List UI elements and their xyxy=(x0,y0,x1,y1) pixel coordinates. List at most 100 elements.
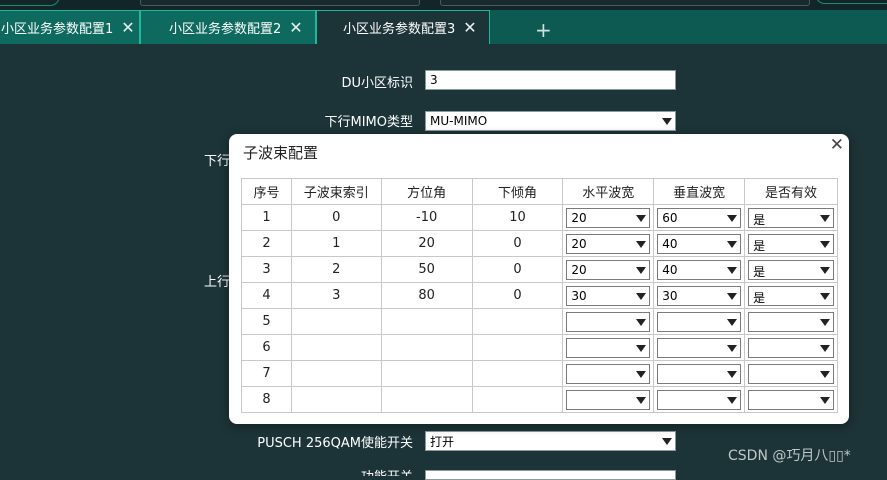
cell-beam-index[interactable]: 2 xyxy=(290,256,382,283)
dl-mimo-type-select[interactable]: MU-MIMO xyxy=(425,111,676,131)
cell-beam-index[interactable]: 0 xyxy=(290,204,382,231)
top-right-decoration xyxy=(815,0,887,4)
cell-seq: 4 xyxy=(241,282,292,309)
v-width-select[interactable]: 40 xyxy=(657,259,742,280)
select-value: 40 xyxy=(662,236,678,251)
top-left-decoration xyxy=(0,0,60,6)
cell-tilt[interactable]: 10 xyxy=(471,204,564,231)
h-width-select[interactable]: 20 xyxy=(566,207,651,228)
cell-tilt[interactable]: 0 xyxy=(471,230,564,257)
h-width-select[interactable]: 20 xyxy=(566,233,651,254)
cell-beam-index[interactable] xyxy=(290,386,382,413)
valid-select[interactable] xyxy=(748,337,834,358)
valid-select[interactable]: 是 xyxy=(748,233,834,254)
cell-seq: 1 xyxy=(241,204,292,231)
cell-h-width: 20 xyxy=(562,230,655,257)
cell-tilt[interactable]: 0 xyxy=(471,282,564,309)
select-value: 20 xyxy=(571,262,587,277)
cell-azimuth[interactable]: -10 xyxy=(380,204,473,231)
cell-tilt[interactable] xyxy=(471,334,564,361)
chevron-down-icon xyxy=(636,240,647,248)
chevron-down-icon xyxy=(636,318,647,326)
valid-select[interactable] xyxy=(748,389,834,410)
select-value: 40 xyxy=(662,262,678,277)
valid-select[interactable]: 是 xyxy=(748,285,834,306)
tab-cell-config-1[interactable]: 小区业务参数配置1 ✕ xyxy=(0,10,140,44)
h-width-select[interactable] xyxy=(566,311,651,332)
select-value: 20 xyxy=(571,210,587,225)
chevron-down-icon xyxy=(636,344,647,352)
chevron-down-icon xyxy=(820,214,830,222)
tab-bar: 小区业务参数配置1 ✕ 小区业务参数配置2 ✕ 小区业务参数配置3 ✕ + xyxy=(0,10,887,44)
tab-label: 小区业务参数配置3 xyxy=(343,22,456,37)
cell-tilt[interactable] xyxy=(471,386,564,413)
table-row: 6 xyxy=(241,334,838,361)
cell-tilt[interactable] xyxy=(471,360,564,387)
cell-v-width xyxy=(653,334,746,361)
cell-seq: 3 xyxy=(241,256,292,283)
tab-cell-config-3[interactable]: 小区业务参数配置3 ✕ xyxy=(316,10,490,44)
cell-azimuth[interactable]: 50 xyxy=(380,256,473,283)
cell-beam-index[interactable] xyxy=(290,334,382,361)
h-width-select[interactable] xyxy=(566,363,651,384)
cell-v-width xyxy=(653,360,746,387)
close-icon[interactable]: ✕ xyxy=(830,135,844,155)
cell-tilt[interactable] xyxy=(471,308,564,335)
dialog-title: 子波束配置 xyxy=(243,144,319,162)
valid-select[interactable]: 是 xyxy=(748,207,834,228)
cell-h-width xyxy=(562,386,655,413)
v-width-select[interactable] xyxy=(657,311,742,332)
table-row: 2 1 20 0 20 40 是 xyxy=(241,230,838,257)
select-value: 20 xyxy=(571,236,587,251)
chevron-down-icon xyxy=(727,344,738,352)
chevron-down-icon xyxy=(820,344,830,352)
v-width-select[interactable]: 40 xyxy=(657,233,742,254)
h-width-select[interactable] xyxy=(566,337,651,358)
table-row: 1 0 -10 10 20 60 是 xyxy=(241,204,838,231)
cell-valid xyxy=(744,386,838,413)
tab-cell-config-2[interactable]: 小区业务参数配置2 ✕ xyxy=(140,10,316,44)
cell-beam-index[interactable] xyxy=(290,360,382,387)
cell-seq: 2 xyxy=(241,230,292,257)
chevron-down-icon xyxy=(727,214,738,222)
v-width-select[interactable]: 60 xyxy=(657,207,742,228)
cell-seq: 6 xyxy=(241,334,292,361)
add-tab-icon[interactable]: + xyxy=(535,20,552,40)
v-width-select[interactable] xyxy=(657,363,742,384)
cell-azimuth[interactable] xyxy=(380,334,473,361)
du-cell-id-input[interactable]: 3 xyxy=(425,70,676,90)
valid-select[interactable] xyxy=(748,363,834,384)
cell-beam-index[interactable] xyxy=(290,308,382,335)
col-header-beam-index: 子波束索引 xyxy=(290,178,382,205)
cell-tilt[interactable]: 0 xyxy=(471,256,564,283)
cell-beam-index[interactable]: 1 xyxy=(290,230,382,257)
v-width-select[interactable]: 30 xyxy=(657,285,742,306)
sub-beam-config-dialog: 子波束配置 ✕ 序号 子波束索引 方位角 下倾角 水平波宽 垂直波宽 是否有效 xyxy=(229,134,849,424)
h-width-select[interactable] xyxy=(566,389,651,410)
v-width-select[interactable] xyxy=(657,389,742,410)
v-width-select[interactable] xyxy=(657,337,742,358)
cell-azimuth[interactable] xyxy=(380,308,473,335)
bottom-partial-field[interactable] xyxy=(425,470,676,480)
cell-azimuth[interactable] xyxy=(380,386,473,413)
valid-select[interactable]: 是 xyxy=(748,259,834,280)
close-icon[interactable]: ✕ xyxy=(121,19,134,36)
select-value: 30 xyxy=(662,288,678,303)
cell-h-width: 30 xyxy=(562,282,655,309)
cell-valid: 是 xyxy=(744,282,838,309)
dl-mimo-type-label: 下行MIMO类型 xyxy=(324,115,414,130)
close-icon[interactable]: ✕ xyxy=(463,19,476,36)
cell-beam-index[interactable]: 3 xyxy=(290,282,382,309)
close-icon[interactable]: ✕ xyxy=(289,19,302,36)
cell-azimuth[interactable] xyxy=(380,360,473,387)
h-width-select[interactable]: 20 xyxy=(566,259,651,280)
chevron-down-icon xyxy=(636,396,647,404)
h-width-select[interactable]: 30 xyxy=(566,285,651,306)
cell-azimuth[interactable]: 80 xyxy=(380,282,473,309)
tab-label: 小区业务参数配置1 xyxy=(1,22,114,37)
chevron-down-icon xyxy=(636,292,647,300)
valid-select[interactable] xyxy=(748,311,834,332)
table-row: 3 2 50 0 20 40 是 xyxy=(241,256,838,283)
pusch-256qam-select[interactable]: 打开 xyxy=(425,431,676,451)
cell-azimuth[interactable]: 20 xyxy=(380,230,473,257)
